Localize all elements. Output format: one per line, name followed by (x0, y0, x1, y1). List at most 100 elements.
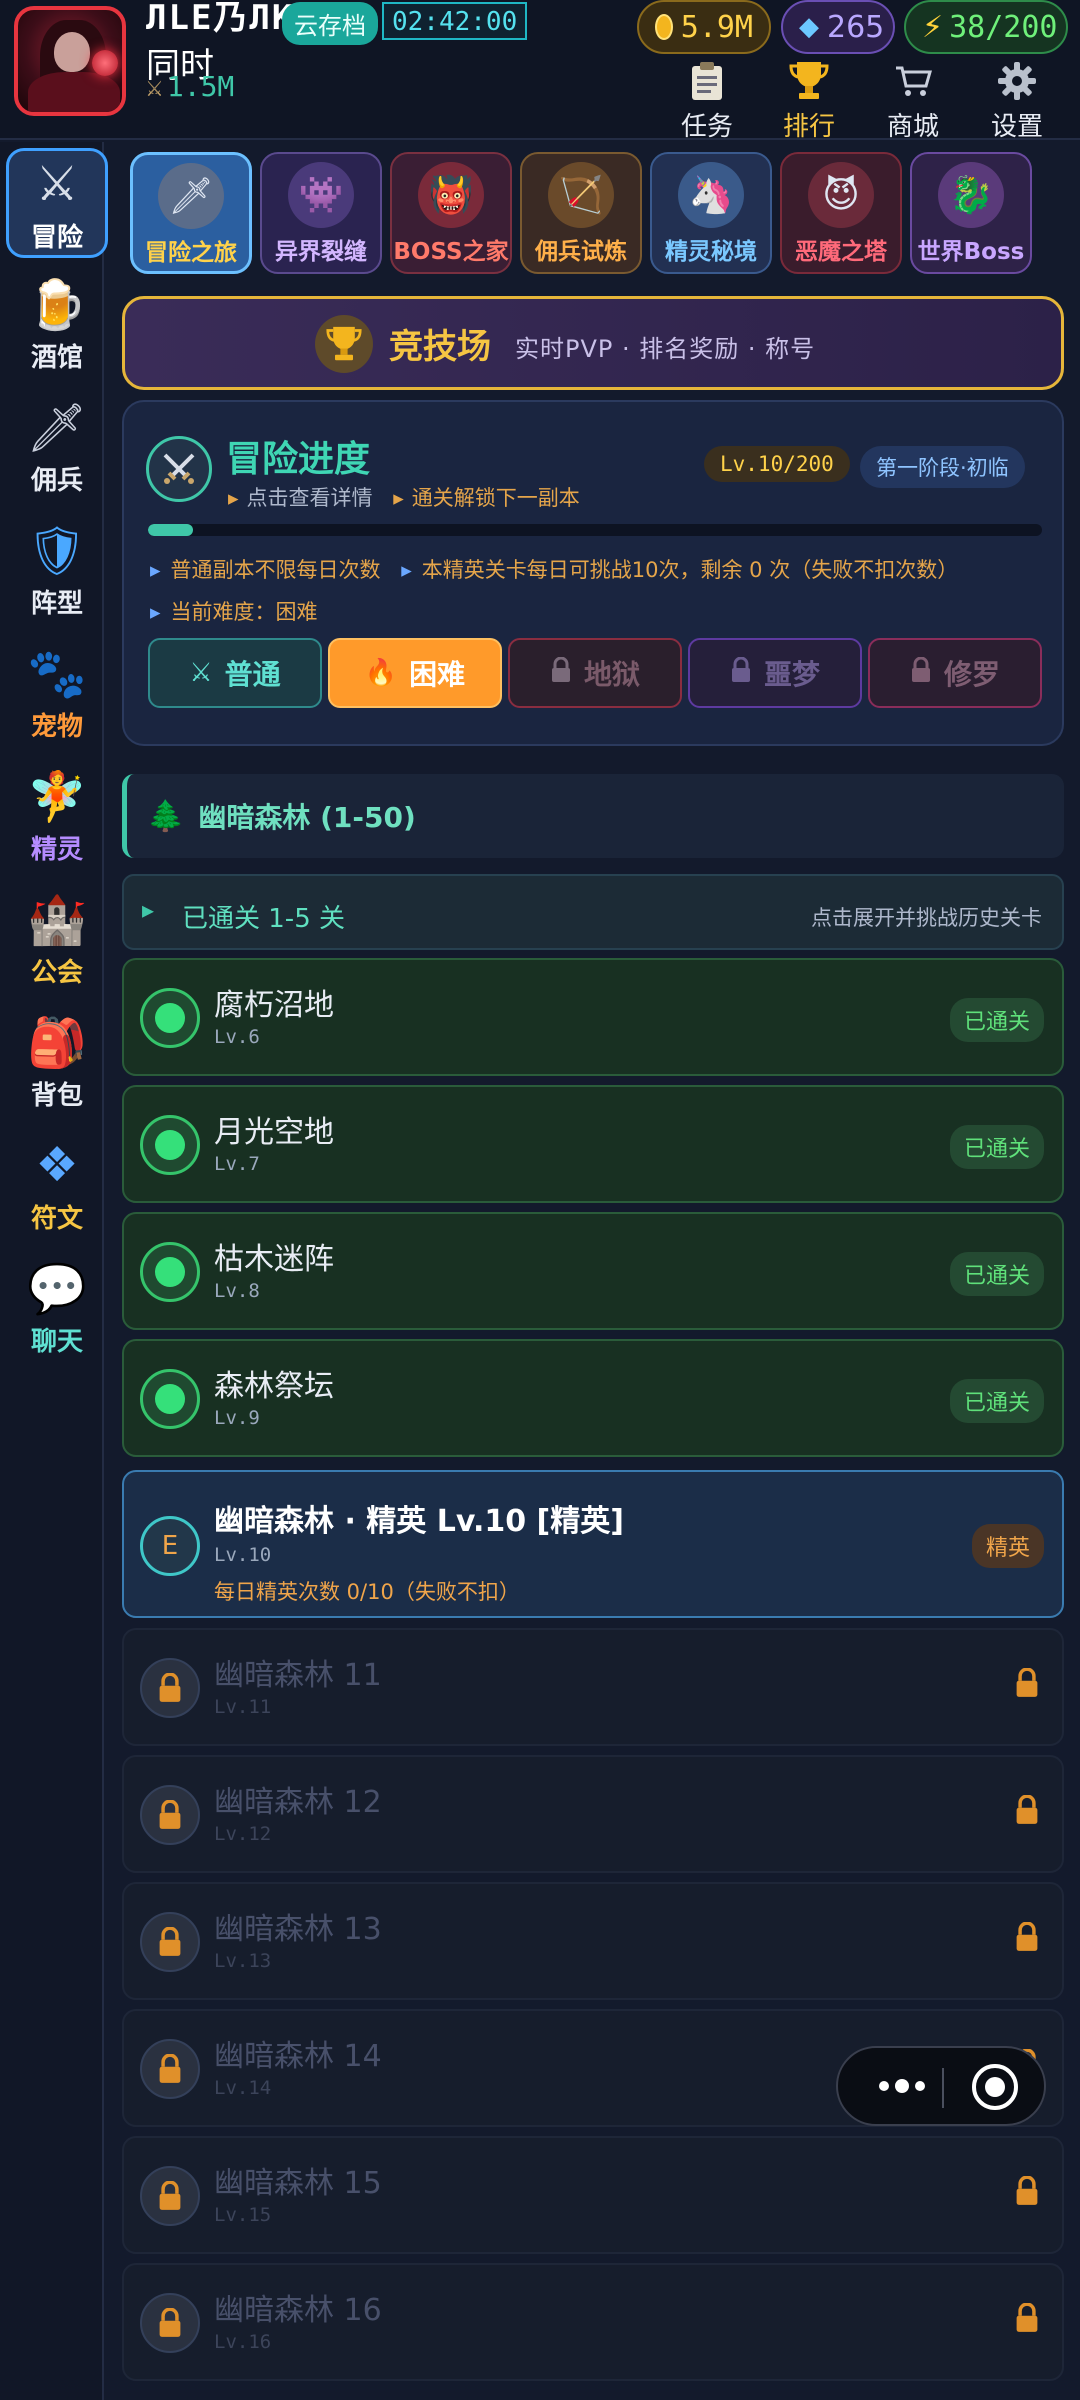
sidebar-item-0[interactable]: ⚔ 冒险 (6, 148, 108, 258)
sidebar-item-1[interactable]: 🍺 酒馆 (6, 271, 108, 381)
stage-card-locked[interactable]: 幽暗森林 11 Lv.11 (122, 1628, 1064, 1746)
cleared-stages-toggle[interactable]: ▸ 已通关 1-5 关 点击展开并挑战历史关卡 (122, 874, 1064, 950)
nav-rank-button[interactable]: 排行 (764, 56, 854, 142)
triangle-icon: ▸ (393, 486, 404, 510)
stage-card-cleared[interactable]: 森林祭坛 Lv.9 已通关 (122, 1339, 1064, 1457)
dot-icon (879, 2081, 889, 2091)
unicorn-icon: 🦄 (678, 162, 744, 228)
difficulty-normal-label: 普通 (224, 658, 281, 691)
cloud-save-badge[interactable]: 云存档 (282, 2, 378, 45)
tab-label: 精灵秘境 (665, 239, 757, 265)
difficulty-hard-button[interactable]: 🔥 困难 (328, 638, 502, 708)
difficulty-asura-button[interactable]: 修罗 (868, 638, 1042, 708)
stage-name: 幽暗森林 14 (214, 2039, 382, 2074)
lock-icon (140, 1912, 200, 1972)
triangle-icon: ▸ (228, 486, 239, 510)
rules-note: ▸ 普通副本不限每日次数 ▸ 本精英关卡每日可挑战10次，剩余 0 次（失败不扣次数… (150, 554, 958, 584)
lock-icon (140, 2166, 200, 2226)
sidebar-item-label: 公会 (30, 958, 83, 988)
progress-bar-fill (148, 524, 193, 536)
cleared-badge: 已通关 (949, 1252, 1044, 1296)
stage-name: 幽暗森林 12 (214, 1785, 382, 1820)
sidebar-item-9[interactable]: 💬 聊天 (6, 1255, 108, 1365)
elite-letter-icon: E (140, 1516, 200, 1576)
stage-card-locked[interactable]: 幽暗森林 15 Lv.15 (122, 2136, 1064, 2254)
stage-card-cleared[interactable]: 腐朽沼地 Lv.6 已通关 (122, 958, 1064, 1076)
sidebar-item-label: 阵型 (30, 589, 83, 619)
tab-3[interactable]: 🏹 佣兵试炼 (520, 152, 642, 274)
arena-banner[interactable]: 竞技场 实时PVP · 排名奖励 · 称号 (122, 296, 1064, 390)
lightning-icon: ⚡ (922, 9, 944, 45)
difficulty-asura-label: 修罗 (943, 658, 1000, 691)
golem-icon: 👾 (288, 162, 354, 228)
sidebar-item-3[interactable]: 🛡 阵型 (6, 517, 108, 627)
stage-card-locked[interactable]: 幽暗森林 13 Lv.13 (122, 1882, 1064, 2000)
stage-level: Lv.12 (214, 1823, 272, 1845)
stage-name: 幽暗森林 16 (214, 2293, 382, 2328)
tab-4[interactable]: 🦄 精灵秘境 (650, 152, 772, 274)
stage-level: Lv.11 (214, 1696, 272, 1718)
stage-card-locked[interactable]: 幽暗森林 12 Lv.12 (122, 1755, 1064, 1873)
fairy-icon: 🧚 (27, 768, 87, 825)
sidebar-item-6[interactable]: 🏰 公会 (6, 886, 108, 996)
sidebar-item-7[interactable]: 🎒 背包 (6, 1009, 108, 1119)
paw-icon: 🐾 (27, 645, 87, 702)
top-header: ЛLЕ乃ЛK 云存档 02:42:00 同时 ⚔ 1.5M 5.9M ◆ 265 ⚡… (0, 0, 1080, 142)
mode-tabs: 🗡 冒险之旅 👾 异界裂缝 👹 BOSS之家 🏹 佣兵试炼 🦄 精灵秘境 😈 恶魔之塔 🐉 世界Boss (130, 152, 1066, 276)
gold-counter[interactable]: 5.9M (637, 0, 771, 54)
tab-1[interactable]: 👾 异界裂缝 (260, 152, 382, 274)
lock-icon (140, 1658, 200, 1718)
lock-icon (550, 656, 572, 690)
target-icon (985, 2077, 1005, 2097)
progress-title: 冒险进度 (226, 439, 371, 480)
nav-settings-button[interactable]: 设置 (972, 56, 1062, 142)
stage-level: Lv.7 (214, 1153, 260, 1175)
nav-task-button[interactable]: 任务 (662, 56, 752, 142)
cart-icon (868, 56, 958, 106)
gem-counter[interactable]: ◆ 265 (781, 0, 895, 54)
tab-label: 世界Boss (917, 239, 1025, 265)
close-target-button[interactable] (972, 2064, 1018, 2110)
nav-rank-label: 排行 (782, 112, 835, 142)
view-details-link[interactable]: 点击查看详情 (247, 486, 373, 510)
tab-6[interactable]: 🐉 世界Boss (910, 152, 1032, 274)
combat-power: ⚔ 1.5M (146, 70, 234, 103)
chevron-right-icon: ▸ (142, 896, 155, 924)
crossed-swords-icon (146, 436, 212, 502)
stage-card-cleared[interactable]: 月光空地 Lv.7 已通关 (122, 1085, 1064, 1203)
lock-icon (140, 2293, 200, 2353)
more-options-button[interactable] (862, 2062, 942, 2110)
sidebar-item-2[interactable]: 🗡 佣兵 (6, 394, 108, 504)
sidebar-item-5[interactable]: 🧚 精灵 (6, 763, 108, 873)
sidebar-item-8[interactable]: ❖ 符文 (6, 1132, 108, 1242)
tab-0[interactable]: 🗡 冒险之旅 (130, 152, 252, 274)
nav-shop-button[interactable]: 商城 (868, 56, 958, 142)
lock-icon (140, 2039, 200, 2099)
difficulty-hell-button[interactable]: 地狱 (508, 638, 682, 708)
player-avatar[interactable] (14, 6, 126, 116)
crossed-swords-icon: ⚔ (189, 658, 213, 688)
energy-counter[interactable]: ⚡ 38/200 (904, 0, 1068, 54)
stage-card-locked[interactable]: 幽暗森林 16 Lv.16 (122, 2263, 1064, 2381)
arena-trophy-icon (315, 315, 373, 373)
cleared-badge: 已通关 (949, 1125, 1044, 1169)
sidebar-item-label: 酒馆 (30, 343, 83, 373)
crossed-swords-icon: ⚔ (35, 156, 79, 212)
stage-badge: 第一阶段·初临 (860, 446, 1025, 488)
capsule-divider (942, 2068, 944, 2108)
lock-icon (1014, 1667, 1040, 1702)
difficulty-nightmare-button[interactable]: 噩梦 (688, 638, 862, 708)
progress-bar (148, 524, 1042, 536)
stage-card-cleared[interactable]: 枯木迷阵 Lv.8 已通关 (122, 1212, 1064, 1330)
tab-5[interactable]: 😈 恶魔之塔 (780, 152, 902, 274)
tab-2[interactable]: 👹 BOSS之家 (390, 152, 512, 274)
stage-level: Lv.13 (214, 1950, 272, 1972)
cleared-check-icon (140, 1115, 200, 1175)
dragon-icon: 🐉 (938, 162, 1004, 228)
arena-description: 实时PVP · 排名奖励 · 称号 (515, 335, 816, 363)
stage-card-elite[interactable]: E 幽暗森林 · 精英 Lv.10 [精英] Lv.10 每日精英次数 0/10（失败… (122, 1470, 1064, 1618)
difficulty-hard-label: 困难 (409, 658, 466, 691)
difficulty-normal-button[interactable]: ⚔ 普通 (148, 638, 322, 708)
elite-rule-text: 本精英关卡每日可挑战10次，剩余 0 次（失败不扣次数） (421, 558, 959, 582)
sidebar-item-4[interactable]: 🐾 宠物 (6, 640, 108, 750)
